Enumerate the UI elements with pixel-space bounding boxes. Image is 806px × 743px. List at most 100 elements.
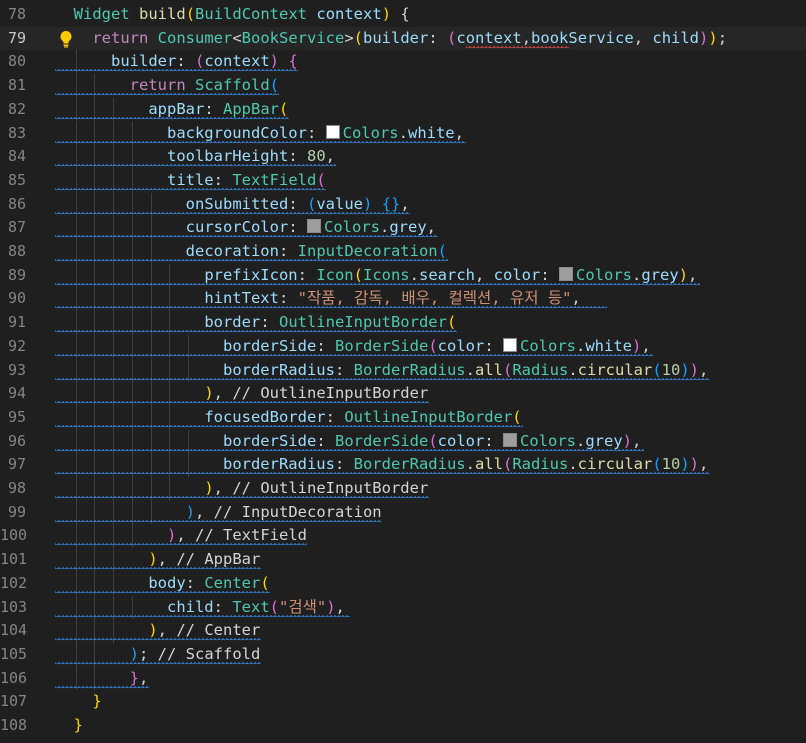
- code-token: backgroundColor: [166, 123, 307, 142]
- code-token: <: [232, 28, 242, 47]
- info-squiggle[interactable]: [55, 661, 261, 665]
- info-squiggle[interactable]: [55, 685, 149, 689]
- line-number: 105: [0, 644, 28, 663]
- code-token: :: [288, 218, 307, 237]
- code-line[interactable]: 95 focusedBorder: OutlineInputBorder(: [0, 405, 806, 430]
- info-squiggle[interactable]: [55, 211, 411, 215]
- code-token: InputDecoration: [297, 242, 438, 260]
- code-line[interactable]: 99 ), // InputDecoration: [0, 500, 806, 525]
- code-line[interactable]: 105 ); // Scaffold: [0, 642, 806, 667]
- info-squiggle[interactable]: [55, 235, 439, 239]
- info-squiggle[interactable]: [55, 140, 467, 144]
- info-squiggle[interactable]: [55, 496, 429, 499]
- code-line[interactable]: 101 ), // AppBar: [0, 548, 806, 572]
- color-swatch-icon[interactable]: [503, 432, 517, 447]
- code-token: ,: [454, 123, 464, 142]
- info-squiggle[interactable]: [55, 614, 350, 618]
- error-squiggle[interactable]: [466, 45, 570, 49]
- code-line[interactable]: 107 }: [0, 690, 806, 714]
- code-line[interactable]: 80 builder: (context) {: [0, 50, 806, 75]
- code-line[interactable]: 94 ), // OutlineInputBorder: [0, 382, 806, 406]
- code-token: ,: [139, 668, 149, 687]
- code-line[interactable]: 106 },: [0, 666, 806, 691]
- code-line[interactable]: 78 Widget build(BuildContext context) {: [0, 3, 806, 27]
- info-squiggle[interactable]: [55, 543, 308, 547]
- code-token: // InputDecoration: [213, 502, 382, 521]
- code-line[interactable]: 92 borderSide: BorderSide(color: Colors.…: [0, 334, 806, 359]
- info-squiggle[interactable]: [55, 567, 261, 571]
- info-squiggle[interactable]: [55, 401, 429, 405]
- line-number: 96: [7, 431, 26, 450]
- color-swatch-icon[interactable]: [503, 337, 517, 352]
- info-squiggle[interactable]: [55, 353, 654, 357]
- info-squiggle[interactable]: [55, 306, 607, 310]
- code-line[interactable]: 104 ), // Center: [0, 619, 806, 643]
- code-line[interactable]: 84 toolbarHeight: 80,: [0, 145, 806, 169]
- code-token: ): [129, 644, 139, 663]
- info-squiggle[interactable]: [55, 377, 710, 381]
- code-editor[interactable]: 78 Widget build(BuildContext context) {7…: [0, 0, 806, 743]
- info-squiggle[interactable]: [55, 448, 645, 452]
- code-token: toolbarHeight: [166, 147, 289, 166]
- code-line[interactable]: 103 child: Text("검색"),: [0, 595, 806, 620]
- color-swatch-icon[interactable]: [306, 219, 321, 234]
- code-line[interactable]: 97 borderRadius: BorderRadius.all(Radius…: [0, 453, 806, 477]
- info-squiggle[interactable]: [55, 424, 523, 428]
- line-number: 88: [7, 242, 26, 260]
- code-line[interactable]: 86 onSubmitted: (value) {},: [0, 192, 806, 217]
- color-swatch-icon[interactable]: [559, 266, 574, 281]
- info-squiggle[interactable]: [55, 164, 336, 168]
- code-line[interactable]: 81 return Scaffold(: [0, 74, 806, 98]
- info-squiggle[interactable]: [55, 187, 327, 191]
- info-squiggle[interactable]: [55, 282, 701, 286]
- info-squiggle[interactable]: [55, 590, 271, 594]
- code-line[interactable]: 100 ), // TextField: [0, 524, 806, 549]
- code-line[interactable]: 108 }: [0, 714, 806, 738]
- code-line[interactable]: 102 body: Center(: [0, 571, 806, 596]
- code-token: Radius: [512, 360, 569, 379]
- code-token: (: [652, 360, 662, 379]
- code-line[interactable]: 85 title: TextField(: [0, 168, 806, 193]
- code-token: ,: [699, 360, 709, 379]
- info-squiggle[interactable]: [55, 116, 289, 120]
- code-line[interactable]: 79 return Consumer<BookService>(builder:…: [0, 26, 806, 51]
- line-number: 89: [7, 265, 26, 284]
- code-token: :: [316, 336, 335, 355]
- code-token: ,: [699, 455, 709, 474]
- info-squiggle[interactable]: [55, 259, 448, 262]
- code-line[interactable]: 88 decoration: InputDecoration(: [0, 240, 806, 264]
- code-token: value: [316, 194, 363, 213]
- info-squiggle[interactable]: [55, 93, 280, 97]
- info-squiggle[interactable]: [55, 69, 299, 73]
- code-token: .: [568, 455, 578, 474]
- code-line[interactable]: 87 cursorColor: Colors.grey,: [0, 216, 806, 240]
- info-squiggle[interactable]: [55, 638, 261, 642]
- line-number: 104: [0, 621, 28, 640]
- code-line[interactable]: 83 backgroundColor: Colors.white,: [0, 121, 806, 146]
- code-line[interactable]: 96 borderSide: BorderSide(color: Colors.…: [0, 429, 806, 454]
- code-token: :: [185, 573, 205, 592]
- line-number: 80: [7, 52, 26, 71]
- code-text: }: [55, 690, 101, 714]
- code-line[interactable]: 98 ), // OutlineInputBorder: [0, 477, 806, 501]
- code-token: :: [260, 313, 279, 332]
- code-line[interactable]: 82 appBar: AppBar(: [0, 97, 806, 122]
- info-squiggle[interactable]: [55, 472, 710, 476]
- code-line[interactable]: 89 prefixIcon: Icon(Icons.search, color:…: [0, 263, 806, 288]
- info-squiggle[interactable]: [55, 330, 458, 334]
- code-line[interactable]: 91 border: OutlineInputBorder(: [0, 311, 806, 335]
- lightbulb-icon[interactable]: [58, 30, 74, 48]
- color-swatch-icon[interactable]: [325, 124, 340, 139]
- code-line[interactable]: 93 borderRadius: BorderRadius.all(Radius…: [0, 358, 806, 383]
- code-token: .: [465, 455, 475, 474]
- code-token: ): [185, 502, 195, 521]
- code-token: ): [381, 5, 392, 23]
- code-token: BorderSide: [334, 431, 429, 450]
- code-line[interactable]: 90 hintText: "작품, 감독, 배우, 컬렉션, 유저 등",: [0, 287, 806, 312]
- code-token: Colors: [323, 218, 380, 237]
- info-squiggle[interactable]: [55, 519, 383, 523]
